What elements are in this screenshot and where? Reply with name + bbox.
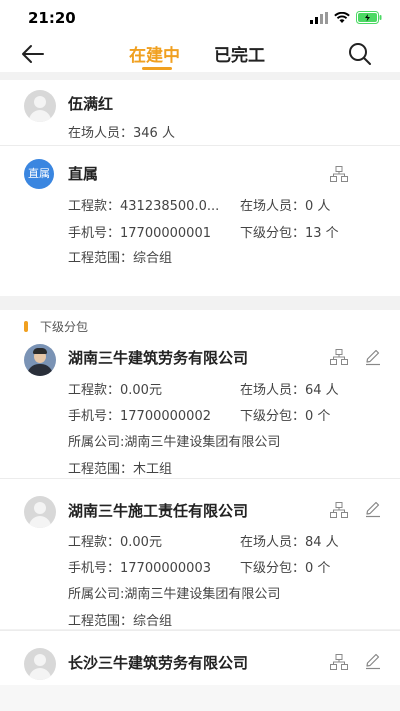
subcontractor-card[interactable]: 湖南三牛建筑劳务有限公司 工程款：0.00元 在场人员：64 人 手机号：177… [0,340,400,478]
section-gap [0,296,400,310]
subcontractor-card[interactable]: 长沙三牛建筑劳务有限公司 [0,631,400,685]
subcontractor-name: 长沙三牛建筑劳务有限公司 [68,654,249,672]
subcontractor-avatar [24,344,56,376]
org-chart-icon[interactable] [330,166,348,182]
manager-onsite: 在场人员：346 人 [68,126,175,141]
active-tab-indicator [142,67,172,70]
org-chart-icon[interactable] [330,654,348,670]
status-time: 21:20 [28,9,76,27]
subcontractor-amount: 工程款：0.00元 [68,383,162,398]
battery-charging-icon [356,11,382,24]
tab-completed[interactable]: 已完工 [214,41,265,66]
subcontractor-card[interactable]: 湖南三牛施工责任有限公司 工程款：0.00元 在场人员：84 人 手机号：177… [0,479,400,629]
direct-card[interactable]: 直属 直属 工程款：431238500.0... 在场人员：0 人 手机号：17… [0,146,400,296]
section-indicator [24,321,28,332]
subcontractor-amount: 工程款：0.00元 [68,535,162,550]
section-title: 下级分包 [40,320,89,334]
direct-phone: 手机号：17700000001 [68,226,211,241]
subcontractor-name: 湖南三牛建筑劳务有限公司 [68,349,249,367]
tab-under-construction[interactable]: 在建中 [129,41,180,66]
wifi-icon [334,11,350,23]
subcontractor-scope: 工程范围：综合组 [68,614,173,629]
subcontractor-name: 湖南三牛施工责任有限公司 [68,502,249,520]
subcontractor-phone: 手机号：17700000002 [68,409,211,424]
manager-card[interactable]: 伍满红 在场人员：346 人 [0,80,400,145]
section-header: 下级分包 [0,310,400,340]
edit-icon[interactable] [364,500,382,518]
subcontractor-company: 所属公司:湖南三牛建设集团有限公司 [68,435,281,450]
subcontractor-subcontract: 下级分包：0 个 [240,561,331,576]
subcontractor-company: 所属公司:湖南三牛建设集团有限公司 [68,587,281,602]
signal-icon [310,11,328,24]
status-bar: 21:20 [0,0,400,36]
direct-amount: 工程款：431238500.0... [68,199,220,214]
direct-onsite: 在场人员：0 人 [240,199,331,214]
subcontractor-avatar [24,648,56,680]
subcontractor-onsite: 在场人员：64 人 [240,383,339,398]
direct-name: 直属 [68,165,99,183]
search-icon[interactable] [348,42,372,66]
manager-avatar [24,90,56,122]
edit-icon[interactable] [364,652,382,670]
manager-name: 伍满红 [68,95,114,113]
subcontractor-onsite: 在场人员：84 人 [240,535,339,550]
subcontractor-phone: 手机号：17700000003 [68,561,211,576]
back-arrow-icon[interactable] [20,42,46,66]
subcontractor-avatar [24,496,56,528]
status-icons [310,11,382,24]
direct-subcontract: 下级分包：13 个 [240,226,339,241]
nav-bar: 在建中 已完工 [0,36,400,72]
edit-icon[interactable] [364,348,382,366]
direct-scope: 工程范围：综合组 [68,251,173,266]
direct-badge: 直属 [24,159,54,189]
subcontractor-scope: 工程范围：木工组 [68,462,173,477]
bottom-strip [0,685,400,711]
subcontractor-subcontract: 下级分包：0 个 [240,409,331,424]
org-chart-icon[interactable] [330,502,348,518]
org-chart-icon[interactable] [330,349,348,365]
